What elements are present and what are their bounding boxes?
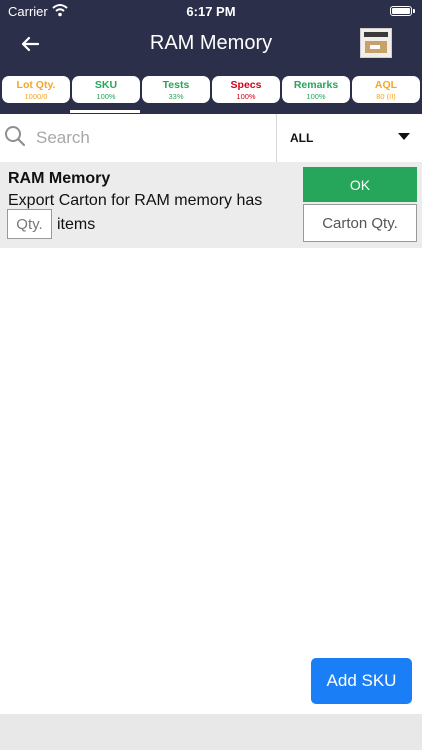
search-icon bbox=[5, 126, 26, 147]
filter-dropdown[interactable]: ALL bbox=[277, 114, 422, 162]
tab-bar: Lot Qty. 1000/0 SKU 100% Tests 33% Specs… bbox=[0, 74, 422, 114]
tab-value: 1000/0 bbox=[24, 92, 48, 101]
tab-value: 100% bbox=[236, 92, 256, 101]
tab-value: 100% bbox=[96, 92, 116, 101]
tab-value: 100% bbox=[306, 92, 326, 101]
search-filter-row: ALL bbox=[0, 114, 422, 163]
tab-specs[interactable]: Specs 100% bbox=[212, 76, 280, 103]
filter-selected-value: ALL bbox=[290, 131, 314, 145]
tab-value: 80 (II) bbox=[376, 92, 396, 101]
qty-input[interactable] bbox=[7, 209, 52, 239]
tab-label: Lot Qty. bbox=[16, 79, 56, 91]
search-input[interactable] bbox=[36, 124, 266, 152]
items-label: items bbox=[57, 216, 96, 233]
tab-remarks[interactable]: Remarks 100% bbox=[282, 76, 350, 103]
product-thumbnail[interactable] bbox=[360, 28, 392, 58]
tab-label: Specs bbox=[230, 79, 262, 91]
sku-description: Export Carton for RAM memory has bbox=[8, 192, 263, 209]
header: Carrier 6:17 PM RAM Memory Lot Qty. 1000… bbox=[0, 0, 422, 114]
tab-label: AQL bbox=[374, 79, 398, 91]
page-title: RAM Memory bbox=[149, 32, 273, 54]
carton-qty-input[interactable] bbox=[303, 204, 417, 242]
tab-tests[interactable]: Tests 33% bbox=[142, 76, 210, 103]
caret-down-icon bbox=[398, 133, 410, 140]
tab-label: Tests bbox=[162, 79, 190, 91]
add-sku-button[interactable]: Add SKU bbox=[311, 658, 412, 704]
selected-tab-indicator bbox=[70, 110, 140, 113]
battery-icon bbox=[390, 6, 415, 16]
ok-button[interactable]: OK bbox=[303, 167, 417, 202]
tab-label: Remarks bbox=[293, 79, 339, 91]
status-time: 6:17 PM bbox=[186, 4, 236, 19]
nav-bar: RAM Memory bbox=[0, 22, 422, 66]
tab-sku[interactable]: SKU 100% bbox=[72, 76, 140, 103]
status-bar: Carrier 6:17 PM bbox=[0, 0, 422, 22]
tab-label: SKU bbox=[94, 79, 118, 91]
tab-value: 33% bbox=[168, 92, 184, 101]
tab-aql[interactable]: AQL 80 (II) bbox=[352, 76, 420, 103]
sku-card: RAM Memory Export Carton for RAM memory … bbox=[0, 162, 422, 248]
sku-title: RAM Memory bbox=[8, 170, 111, 187]
tab-lot-qty[interactable]: Lot Qty. 1000/0 bbox=[2, 76, 70, 103]
bottom-bar bbox=[0, 714, 422, 750]
